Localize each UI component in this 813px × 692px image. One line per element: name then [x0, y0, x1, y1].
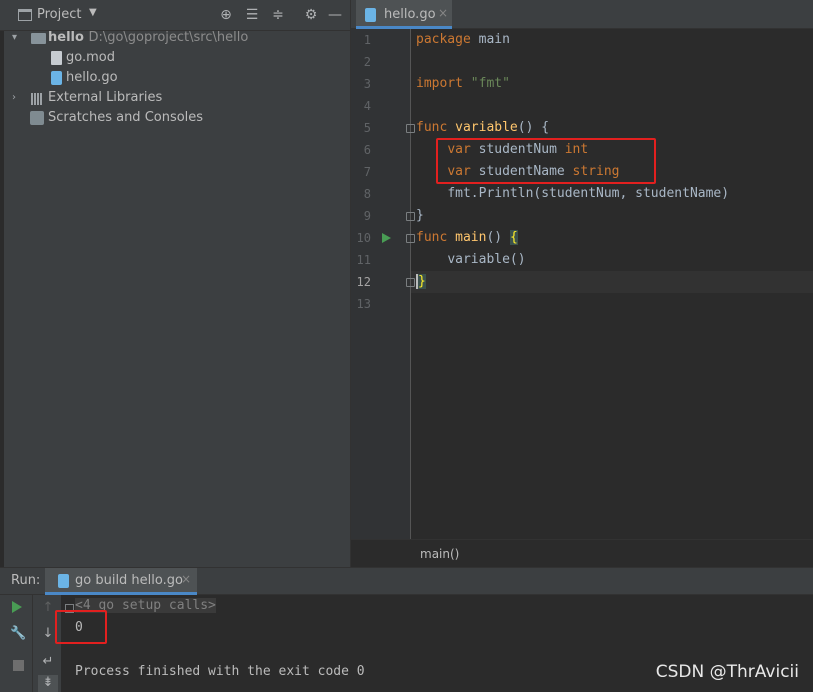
- arrow-up-icon[interactable]: ↑: [40, 600, 56, 616]
- go-file-icon: [365, 8, 376, 22]
- chevron-down-icon[interactable]: ▼: [89, 7, 97, 18]
- code-line[interactable]: variable(): [416, 249, 526, 271]
- go-file-icon: [51, 71, 62, 85]
- fold-icon[interactable]: [406, 212, 415, 221]
- scratches-icon: [30, 111, 44, 125]
- locate-icon[interactable]: ⊕: [218, 7, 234, 23]
- stop-icon[interactable]: [13, 660, 24, 671]
- line-number: 2: [363, 55, 371, 69]
- go-file-icon: [58, 574, 69, 588]
- line-number: 8: [363, 187, 371, 201]
- scroll-to-end-icon[interactable]: ⇟: [38, 675, 58, 692]
- code-token: {: [509, 230, 518, 245]
- code-token: func: [416, 120, 448, 135]
- fold-icon[interactable]: [406, 124, 415, 133]
- line-number: 5: [363, 121, 371, 135]
- code-token: func: [416, 230, 448, 245]
- wrench-icon[interactable]: 🔧: [10, 626, 26, 642]
- line-number: 9: [363, 209, 371, 223]
- line-number: 6: [363, 143, 371, 157]
- fold-icon[interactable]: [406, 234, 415, 243]
- close-icon[interactable]: ×: [181, 572, 191, 586]
- line-number: 13: [356, 297, 371, 311]
- editor-tab-bar: hello.go ×: [351, 0, 813, 29]
- line-number: 11: [356, 253, 371, 267]
- tree-item-hello[interactable]: ▾ hello D:\go\goproject\src\hello: [0, 28, 350, 48]
- close-icon[interactable]: ×: [438, 6, 448, 20]
- tree-item-hello-go[interactable]: hello.go: [0, 68, 350, 88]
- tree-item-label: go.mod: [66, 50, 115, 65]
- file-icon: [51, 51, 62, 65]
- project-header: Project ▼ ⊕ ☰ ≑ ⚙ —: [0, 0, 350, 31]
- run-label: Run:: [11, 573, 41, 588]
- code-line[interactable]: package main: [416, 29, 510, 51]
- tree-item-path: D:\go\goproject\src\hello: [88, 30, 249, 45]
- code-token: () {: [517, 120, 550, 135]
- project-title[interactable]: Project: [37, 7, 81, 22]
- code-token: main: [470, 32, 510, 47]
- tree-item-label: Scratches and Consoles: [48, 110, 204, 125]
- tree-item-scratches[interactable]: Scratches and Consoles: [0, 108, 350, 128]
- chevron-right-icon[interactable]: ›: [12, 88, 24, 108]
- code-token: package: [416, 32, 471, 47]
- run-header: Run: go build hello.go ×: [0, 568, 813, 595]
- code-token: fmt.Println(studentNum, studentName): [447, 186, 730, 201]
- rerun-icon[interactable]: [12, 601, 22, 613]
- code-token: import: [416, 76, 463, 91]
- line-number: 7: [363, 165, 371, 179]
- library-icon: [31, 92, 47, 105]
- breadcrumb-bar: main(): [351, 539, 813, 567]
- annotation-box: [436, 138, 656, 184]
- collapse-all-icon[interactable]: ≑: [270, 7, 286, 23]
- tree-item-go-mod[interactable]: go.mod: [0, 48, 350, 68]
- folder-icon: [31, 33, 46, 44]
- code-token: variable: [447, 120, 518, 135]
- code-line[interactable]: }: [416, 205, 424, 227]
- project-window-icon: [18, 9, 32, 21]
- code-token: }: [416, 274, 426, 289]
- tab-label: hello.go: [384, 7, 436, 22]
- line-number: 12: [356, 275, 371, 289]
- settings-icon[interactable]: ⚙: [303, 7, 319, 23]
- tree-item-external-libraries[interactable]: › External Libraries: [0, 88, 350, 108]
- line-number: 3: [363, 77, 371, 91]
- expand-all-icon[interactable]: ☰: [244, 7, 260, 23]
- code-token: variable(): [447, 252, 526, 267]
- watermark: CSDN @ThrAvicii: [655, 662, 799, 682]
- code-line[interactable]: func main() {: [416, 227, 518, 249]
- code-line[interactable]: func variable() {: [416, 117, 549, 139]
- run-tab-label: go build hello.go: [75, 573, 183, 588]
- line-number: 10: [356, 231, 371, 245]
- code-line[interactable]: }: [416, 271, 426, 293]
- code-line[interactable]: fmt.Println(studentNum, studentName): [416, 183, 729, 205]
- tree-item-label: hello: [48, 30, 84, 45]
- fold-icon[interactable]: [406, 278, 415, 287]
- tree-item-label: hello.go: [66, 70, 118, 85]
- code-line[interactable]: import "fmt": [416, 73, 510, 95]
- annotation-box: [55, 610, 107, 644]
- code-editor[interactable]: hello.go × 1 2 3 4 5 6 7 8 9 10 11 12 13 package mai…: [350, 0, 813, 567]
- code-token: main: [447, 230, 487, 245]
- breadcrumb[interactable]: main(): [420, 547, 459, 561]
- run-icon[interactable]: [382, 233, 391, 243]
- arrow-down-icon[interactable]: ↓: [40, 626, 56, 642]
- console-exit-message: Process finished with the exit code 0: [75, 664, 365, 679]
- soft-wrap-icon[interactable]: ↵: [40, 654, 56, 670]
- code-token: "fmt": [462, 76, 510, 91]
- hide-icon[interactable]: —: [327, 7, 343, 23]
- project-panel: Project ▼ ⊕ ☰ ≑ ⚙ — ▾ hello D:\go\goproj…: [0, 0, 350, 567]
- chevron-down-icon[interactable]: ▾: [12, 28, 24, 48]
- line-number: 4: [363, 99, 371, 113]
- code-token: (): [486, 230, 510, 245]
- tab-hello-go[interactable]: hello.go ×: [356, 0, 452, 29]
- tab-run-config[interactable]: go build hello.go ×: [45, 568, 197, 595]
- tree-item-label: External Libraries: [48, 90, 163, 105]
- line-number: 1: [363, 33, 371, 47]
- code-token: }: [416, 208, 424, 223]
